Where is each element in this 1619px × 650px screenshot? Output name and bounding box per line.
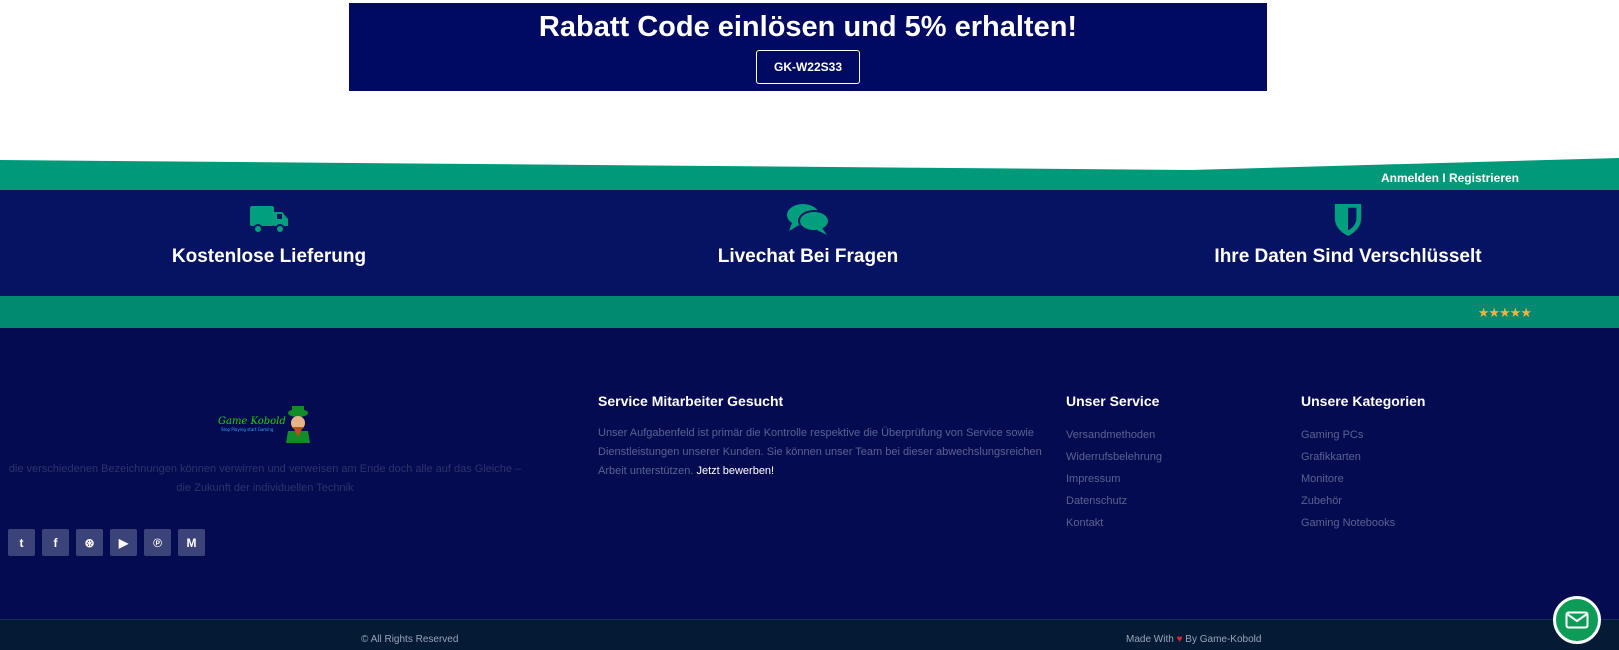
facebook-icon[interactable]: f bbox=[42, 529, 69, 556]
service-wanted-title: Service Mitarbeiter Gesucht bbox=[598, 393, 784, 409]
kategorien-title: Unsere Kategorien bbox=[1301, 393, 1426, 409]
features-band: Kostenlose Lieferung Livechat Bei Fragen… bbox=[0, 190, 1619, 296]
footer-link-gaming-pcs[interactable]: Gaming PCs bbox=[1301, 427, 1395, 449]
feature-label: Kostenlose Lieferung bbox=[171, 246, 367, 267]
promo-title: Rabatt Code einlösen und 5% erhalten! bbox=[538, 11, 1078, 43]
footer-link-zubehoer[interactable]: Zubehör bbox=[1301, 493, 1395, 515]
kategorien-links: Gaming PCs Grafikkarten Monitore Zubehör… bbox=[1301, 427, 1395, 537]
footer-link-datenschutz[interactable]: Datenschutz bbox=[1066, 493, 1162, 515]
chat-icon bbox=[787, 204, 830, 235]
copyright: © All Rights Reserved bbox=[361, 634, 459, 645]
unser-service-title: Unser Service bbox=[1066, 393, 1160, 409]
logo-subtext: Stop Playing start Gaming bbox=[221, 427, 274, 432]
made-with: Made With ♥ By Game-Kobold bbox=[1126, 634, 1261, 645]
wave-divider bbox=[0, 158, 1619, 190]
youtube-icon[interactable]: ▶ bbox=[110, 529, 137, 556]
footer-tagline: die verschiedenen Bezeichnungen können v… bbox=[8, 463, 522, 494]
feature-livechat: Livechat Bei Fragen bbox=[608, 190, 1008, 268]
star-rating: ★★★★★ bbox=[1477, 305, 1532, 320]
feature-delivery: Kostenlose Lieferung bbox=[69, 190, 469, 268]
contact-mail-button[interactable] bbox=[1553, 596, 1601, 644]
login-register-link[interactable]: Anmelden I Registrieren bbox=[1381, 171, 1519, 185]
promo-banner: Rabatt Code einlösen und 5% erhalten! GK… bbox=[349, 3, 1267, 91]
twitter-icon[interactable]: t bbox=[8, 529, 35, 556]
rating-bar bbox=[0, 296, 1619, 328]
made-with-label: Made With bbox=[1126, 634, 1174, 645]
footer-link-versandmethoden[interactable]: Versandmethoden bbox=[1066, 427, 1162, 449]
feature-security: Ihre Daten Sind Verschlüsselt bbox=[1148, 190, 1548, 268]
footer-link-monitore[interactable]: Monitore bbox=[1301, 471, 1395, 493]
shield-icon bbox=[1334, 204, 1362, 236]
feature-label: Livechat Bei Fragen bbox=[717, 246, 899, 267]
service-wanted-text: Unser Aufgabenfeld ist primär die Kontro… bbox=[598, 424, 1053, 481]
footer-link-kontakt[interactable]: Kontakt bbox=[1066, 515, 1162, 537]
bottom-bar bbox=[0, 619, 1619, 650]
truck-icon bbox=[250, 206, 288, 234]
heart-icon: ♥ bbox=[1176, 634, 1183, 645]
medium-icon[interactable]: M bbox=[178, 529, 205, 556]
apply-link[interactable]: Jetzt bewerben! bbox=[696, 465, 774, 477]
made-by-label: By Game-Kobold bbox=[1185, 634, 1262, 645]
discount-code-button[interactable]: GK-W22S33 bbox=[756, 50, 860, 84]
footer-link-gaming-notebooks[interactable]: Gaming Notebooks bbox=[1301, 515, 1395, 537]
mail-icon bbox=[1565, 611, 1589, 629]
feature-label: Ihre Daten Sind Verschlüsselt bbox=[1214, 246, 1482, 267]
service-wanted-body: Unser Aufgabenfeld ist primär die Kontro… bbox=[598, 427, 1042, 477]
logo-text: Game Kobold bbox=[218, 416, 286, 427]
footer-link-impressum[interactable]: Impressum bbox=[1066, 471, 1162, 493]
footer-link-widerrufsbelehrung[interactable]: Widerrufsbelehrung bbox=[1066, 449, 1162, 471]
dribbble-icon[interactable]: ⊛ bbox=[76, 529, 103, 556]
game-kobold-logo[interactable]: Game Kobold Stop Playing start Gaming bbox=[218, 405, 314, 445]
social-links: t f ⊛ ▶ ℗ M bbox=[8, 529, 205, 556]
footer-link-grafikkarten[interactable]: Grafikkarten bbox=[1301, 449, 1395, 471]
pinterest-icon[interactable]: ℗ bbox=[144, 529, 171, 556]
unser-service-links: Versandmethoden Widerrufsbelehrung Impre… bbox=[1066, 427, 1162, 537]
